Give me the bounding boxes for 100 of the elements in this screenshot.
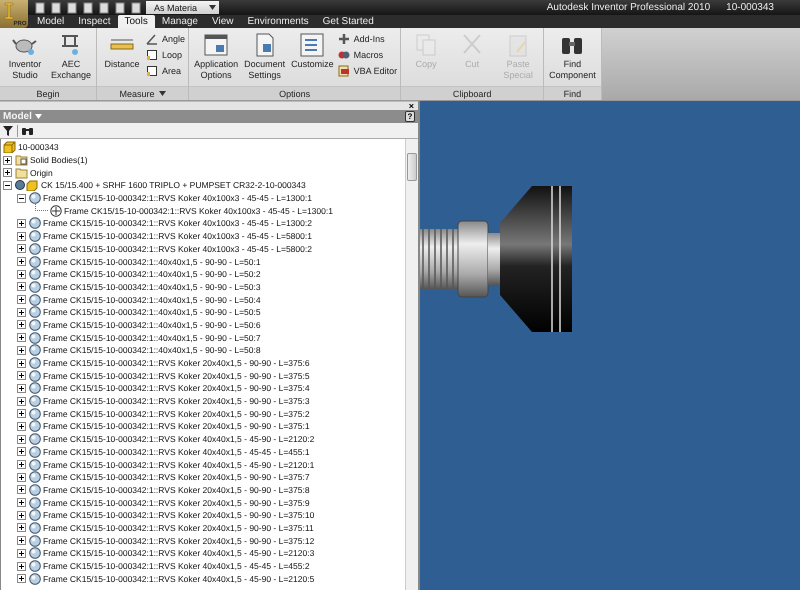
tree-item[interactable]: Solid Bodies(1) — [30, 155, 88, 166]
expander-icon[interactable] — [17, 333, 26, 342]
ribbon-button[interactable]: Macros — [338, 49, 398, 61]
help-button[interactable]: ? — [405, 111, 415, 122]
expander-icon[interactable] — [17, 244, 26, 254]
expander-icon[interactable] — [17, 308, 26, 317]
expander-icon[interactable] — [17, 257, 26, 266]
toolbar-icon[interactable] — [82, 2, 94, 14]
toolbar-icon[interactable] — [66, 2, 78, 14]
expander-icon[interactable] — [17, 523, 26, 532]
tree-item[interactable]: Frame CK15/15-10-000342:1::RVS Koker 20x40x1,5 - 90-90 - L=375:9 — [43, 498, 310, 508]
tree-item[interactable]: Frame CK15/15-10-000342:1::RVS Koker 20x40x1,5 - 90-90 - L=375:11 — [43, 522, 314, 533]
expander-icon[interactable] — [3, 180, 12, 190]
tree-item[interactable]: Frame CK15/15-10-000342:1::RVS Koker 40x100x3 - 45-45 - L=1300:1 — [64, 206, 333, 216]
tree-item[interactable]: Frame CK15/15-10-000342:1::RVS Koker 20x40x1,5 - 90-90 - L=375:7 — [43, 472, 310, 482]
expander-icon[interactable] — [17, 384, 26, 393]
ribbon-tab[interactable]: View — [205, 15, 240, 28]
tree-item[interactable]: Frame CK15/15-10-000342:1::RVS Koker 40x100x3 - 45-45 - L=1300:2 — [43, 218, 312, 228]
tree-item[interactable]: Frame CK15/15-10-000342:1::40x40x1,5 - 90-90 - L=50:8 — [43, 345, 261, 356]
expander-icon[interactable] — [17, 422, 26, 431]
ribbon-button[interactable]: Angle — [146, 33, 186, 45]
ribbon-button[interactable]: Inventor Studio — [3, 30, 47, 86]
binoculars-icon[interactable] — [22, 126, 33, 135]
tree-item[interactable]: Frame CK15/15-10-000342:1::RVS Koker 20x40x1,5 - 90-90 - L=375:5 — [43, 370, 310, 381]
tree-item[interactable]: Frame CK15/15-10-000342:1::RVS Koker 20x40x1,5 - 90-90 - L=375:2 — [43, 408, 310, 419]
ribbon-button[interactable]: Area — [146, 65, 186, 77]
tree-item[interactable]: Frame CK15/15-10-000342:1::RVS Koker 40x40x1,5 - 45-90 - L=2120:1 — [43, 460, 314, 470]
tree-item[interactable]: Frame CK15/15-10-000342:1::RVS Koker 40x100x3 - 45-45 - L=1300:1 — [43, 193, 312, 204]
ribbon-tab[interactable]: Get Started — [316, 15, 381, 28]
expander-icon[interactable] — [17, 218, 26, 228]
toolbar-icon[interactable] — [130, 2, 142, 14]
tree-item[interactable]: Frame CK15/15-10-000342:1::40x40x1,5 - 90-90 - L=50:3 — [43, 282, 261, 292]
panel-title[interactable]: Measure — [97, 86, 188, 100]
tree-item[interactable]: Frame CK15/15-10-000342:1::RVS Koker 40x40x1,5 - 45-45 - L=455:2 — [43, 561, 310, 572]
expander-icon[interactable] — [17, 270, 26, 279]
expander-icon[interactable] — [17, 409, 26, 418]
expander-icon[interactable] — [17, 232, 26, 241]
tree-item[interactable]: Frame CK15/15-10-000342:1::RVS Koker 40x40x1,5 - 45-90 - L=2120:2 — [43, 434, 314, 444]
tree-item[interactable]: Frame CK15/15-10-000342:1::RVS Koker 40x40x1,5 - 45-90 - L=2120:3 — [43, 548, 314, 558]
ribbon-tab[interactable]: Tools — [118, 15, 155, 28]
tree-item[interactable]: Frame CK15/15-10-000342:1::40x40x1,5 - 90-90 - L=50:4 — [43, 294, 261, 305]
tree-item[interactable]: Frame CK15/15-10-000342:1::RVS Koker 20x40x1,5 - 90-90 - L=375:4 — [43, 383, 310, 394]
toolbar-icon[interactable] — [34, 2, 46, 14]
tree-item[interactable]: Frame CK15/15-10-000342:1::RVS Koker 20x40x1,5 - 90-90 - L=375:10 — [43, 510, 314, 520]
toolbar-icon[interactable] — [50, 2, 62, 14]
tree-item[interactable]: Frame CK15/15-10-000342:1::RVS Koker 40x100x3 - 45-45 - L=5800:2 — [43, 244, 312, 254]
ribbon-tab[interactable]: Model — [30, 15, 72, 28]
expander-icon[interactable] — [3, 168, 12, 178]
expander-icon[interactable] — [17, 548, 26, 558]
tree-item[interactable]: Frame CK15/15-10-000342:1::RVS Koker 20x40x1,5 - 90-90 - L=375:8 — [43, 484, 310, 495]
ribbon-button[interactable]: Document Settings — [242, 30, 288, 86]
tree-item[interactable]: Frame CK15/15-10-000342:1::40x40x1,5 - 90-90 - L=50:5 — [43, 307, 261, 318]
expander-icon[interactable] — [17, 358, 26, 368]
close-button[interactable]: × — [408, 102, 414, 110]
toolbar-icon[interactable] — [114, 2, 126, 14]
expander-icon[interactable] — [17, 295, 26, 304]
expander-icon[interactable] — [17, 447, 26, 456]
expander-icon[interactable] — [17, 282, 26, 292]
expander-icon[interactable] — [17, 396, 26, 406]
ribbon-button[interactable]: Distance — [100, 30, 144, 86]
tree-item[interactable]: Frame CK15/15-10-000342:1::RVS Koker 20x40x1,5 - 90-90 - L=375:6 — [43, 358, 310, 368]
tree-item[interactable]: Frame CK15/15-10-000342:1::RVS Koker 20x40x1,5 - 90-90 - L=375:1 — [43, 421, 310, 432]
ribbon-tab[interactable]: Manage — [154, 15, 205, 28]
ribbon-button[interactable]: Add-Ins — [338, 33, 398, 45]
expander-icon[interactable] — [17, 460, 26, 470]
material-combo[interactable]: As Materia — [146, 1, 219, 14]
ribbon-button[interactable]: Loop — [146, 49, 186, 61]
expander-icon[interactable] — [17, 510, 26, 520]
tree-item[interactable]: Frame CK15/15-10-000342:1::RVS Koker 40x100x3 - 45-45 - L=5800:1 — [43, 231, 312, 242]
ribbon-button[interactable]: Customize — [289, 30, 336, 86]
expander-icon[interactable] — [17, 346, 26, 355]
tree-item[interactable]: 10-000343 — [18, 142, 59, 152]
expander-icon[interactable] — [17, 320, 26, 330]
expander-icon[interactable] — [17, 194, 26, 203]
expander-icon[interactable] — [3, 156, 12, 165]
expander-icon[interactable] — [17, 536, 26, 546]
tree-item[interactable]: Frame CK15/15-10-000342:1::40x40x1,5 - 90-90 - L=50:6 — [43, 320, 261, 330]
ribbon-button[interactable]: AEC Exchange — [49, 30, 94, 86]
ribbon-tab[interactable]: Environments — [240, 15, 316, 28]
tree-item[interactable]: Frame CK15/15-10-000342:1::RVS Koker 20x40x1,5 - 90-90 - L=375:3 — [43, 396, 310, 406]
tree-item[interactable]: Frame CK15/15-10-000342:1::RVS Koker 40x40x1,5 - 45-45 - L=455:1 — [43, 446, 310, 457]
expander-icon[interactable] — [17, 485, 26, 494]
tree-item[interactable]: Frame CK15/15-10-000342:1::40x40x1,5 - 90-90 - L=50:7 — [43, 332, 261, 343]
tree-item[interactable]: Frame CK15/15-10-000342:1::40x40x1,5 - 90-90 - L=50:1 — [43, 256, 261, 267]
tree-item[interactable]: Frame CK15/15-10-000342:1::RVS Koker 40x40x1,5 - 45-90 - L=2120:5 — [43, 574, 314, 584]
expander-icon[interactable] — [17, 472, 26, 482]
scrollbar[interactable] — [405, 139, 418, 590]
expander-icon[interactable] — [17, 562, 26, 571]
ribbon-button[interactable]: Application Options — [192, 30, 240, 86]
ribbon-button[interactable]: Find Component — [547, 30, 598, 86]
filter-icon[interactable] — [3, 126, 13, 136]
tree-item[interactable]: Origin — [30, 168, 53, 178]
tree-item[interactable]: Frame CK15/15-10-000342:1::40x40x1,5 - 90-90 - L=50:2 — [43, 269, 261, 280]
tree-item[interactable]: Frame CK15/15-10-000342:1::RVS Koker 20x40x1,5 - 90-90 - L=375:12 — [43, 536, 314, 546]
expander-icon[interactable] — [17, 434, 26, 444]
expander-icon[interactable] — [17, 574, 26, 584]
expander-icon[interactable] — [17, 371, 26, 380]
ribbon-tab[interactable]: Inspect — [71, 15, 118, 28]
ribbon-button[interactable]: VBA Editor — [338, 65, 398, 77]
tree-item[interactable]: CK 15/15.400 + SRHF 1600 TRIPLO + PUMPSET CR32-2-10-000343 — [41, 180, 306, 190]
